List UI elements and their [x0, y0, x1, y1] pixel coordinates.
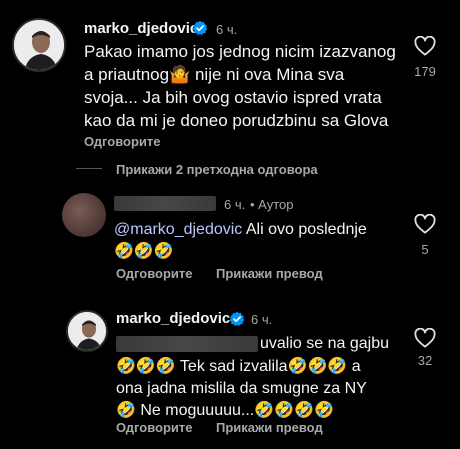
verified-badge-icon	[229, 311, 245, 332]
divider-line	[76, 168, 102, 169]
comment-text-line: a priautnog🤷 nije ni ova Mina sva	[84, 65, 345, 84]
reply-text: @marko_djedovic Ali ovo poslednje	[114, 219, 367, 241]
comment-time: 6 ч.	[216, 22, 238, 37]
avatar[interactable]	[62, 193, 106, 237]
hidden-mention	[116, 336, 258, 352]
heart-icon[interactable]	[414, 36, 436, 56]
see-translation-button[interactable]: Прикажи превод	[216, 266, 323, 281]
like-count: 179	[414, 64, 436, 79]
reply-button[interactable]: Одговорите	[84, 134, 161, 149]
reply-username[interactable]: marko_djedovic	[116, 310, 230, 327]
reply-emoji-line: 🤣🤣🤣	[114, 243, 174, 260]
heart-icon[interactable]	[414, 214, 436, 234]
see-translation-button[interactable]: Прикажи превод	[216, 420, 323, 435]
reply-button[interactable]: Одговорите	[116, 266, 193, 281]
view-previous-replies-button[interactable]: Прикажи 2 претходна одговора	[116, 162, 318, 177]
comment-username[interactable]: marko_djedovic	[84, 20, 198, 37]
verified-badge-icon	[192, 20, 208, 41]
reply-text-line: ona jadna mislila da smugne za NY	[116, 380, 367, 397]
reply-text-line: 🤣🤣🤣 Tek sad izvalila🤣🤣🤣 a	[116, 358, 361, 375]
reply-time: 6 ч.	[251, 312, 273, 327]
like-count: 32	[417, 353, 433, 368]
hidden-username	[114, 196, 216, 211]
avatar[interactable]	[12, 18, 66, 72]
reply-text-line: 🤣 Ne moguuuuu...🤣🤣🤣🤣	[116, 402, 334, 419]
comment-text-line: Pakao imamo jos jednog nicim izazvanog	[84, 42, 396, 61]
reply-button[interactable]: Одговорите	[116, 420, 193, 435]
reply-time: 6 ч.	[224, 197, 246, 212]
avatar-photo	[14, 20, 64, 70]
avatar[interactable]	[66, 310, 108, 352]
avatar-photo	[68, 312, 106, 350]
author-tag: • Аутор	[250, 197, 294, 212]
reply-text-rest: Ali ovo poslednje	[242, 221, 367, 238]
heart-icon[interactable]	[414, 328, 436, 348]
comment-text-line: kao da mi je doneo porudzbinu sa Glova	[84, 111, 389, 130]
comment-text-line: svoja... Ja bih ovog ostavio ispred vrat…	[84, 88, 382, 107]
reply-text-line: uvalio se na gajbu	[260, 335, 389, 352]
like-count: 5	[421, 242, 429, 257]
mention-link[interactable]: @marko_djedovic	[114, 221, 242, 238]
